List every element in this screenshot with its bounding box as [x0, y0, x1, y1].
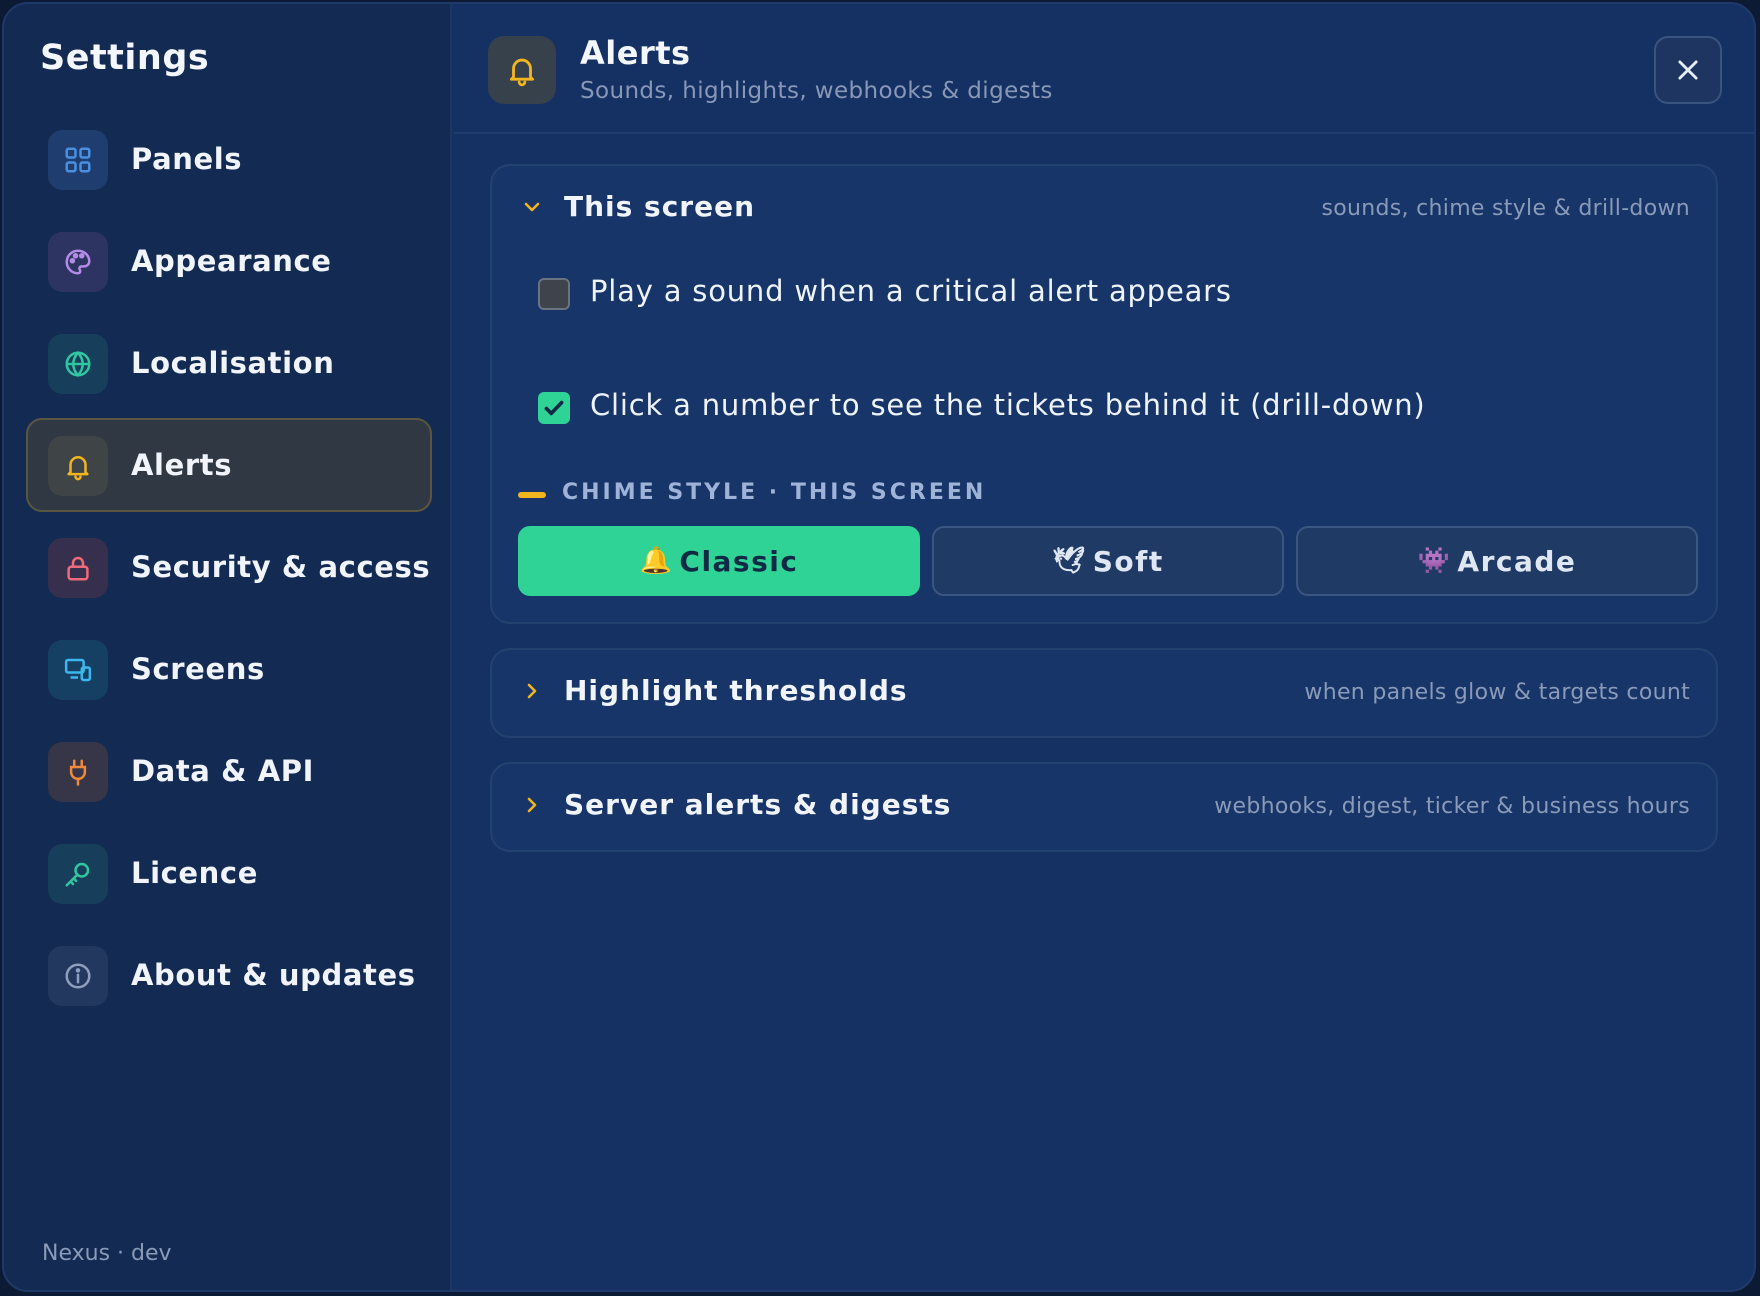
- chime-option-arcade[interactable]: 👾 Arcade: [1296, 526, 1698, 596]
- grid-icon: [48, 130, 108, 190]
- chime-option-label: Classic: [679, 544, 799, 578]
- sidebar-item-label: About & updates: [131, 958, 416, 992]
- chevron-right-icon: [527, 797, 537, 813]
- section-header-this-screen[interactable]: This screen sounds, chime style & drill-…: [492, 166, 1716, 246]
- chime-option-soft[interactable]: 🕊 Soft: [932, 526, 1284, 596]
- chime-style-label: CHIME STYLE · THIS SCREEN: [562, 480, 987, 505]
- chevron-right-icon: [527, 683, 537, 699]
- dove-emoji-icon: 🕊: [1052, 546, 1087, 576]
- settings-content: This screen sounds, chime style & drill-…: [490, 164, 1718, 876]
- sidebar-item-panels[interactable]: Panels: [26, 112, 432, 206]
- section-highlight-thresholds: Highlight thresholds when panels glow & …: [490, 648, 1718, 738]
- section-hint: webhooks, digest, ticker & business hour…: [1214, 794, 1690, 819]
- checkbox-label: Play a sound when a critical alert appea…: [590, 274, 1232, 308]
- chime-option-classic[interactable]: 🔔 Classic: [518, 526, 920, 596]
- info-icon: [48, 946, 108, 1006]
- section-title: This screen: [564, 190, 756, 223]
- page-subtitle: Sounds, highlights, webhooks & digests: [580, 78, 1053, 104]
- checkbox-label: Click a number to see the tickets behind…: [590, 388, 1426, 422]
- page-title: Alerts: [580, 34, 691, 72]
- sidebar-item-security[interactable]: Security & access: [26, 520, 432, 614]
- plug-icon: [48, 742, 108, 802]
- drill-down-checkbox[interactable]: [538, 392, 570, 424]
- critical-sound-checkbox[interactable]: [538, 278, 570, 310]
- sidebar-item-licence[interactable]: Licence: [26, 826, 432, 920]
- settings-window: Settings Panels Appearance Localisation: [2, 2, 1756, 1292]
- sidebar: Settings Panels Appearance Localisation: [4, 4, 452, 1290]
- checkmark-icon: [544, 400, 564, 416]
- bell-icon: [488, 36, 556, 104]
- sidebar-item-label: Security & access: [131, 550, 431, 584]
- main-panel: Alerts Sounds, highlights, webhooks & di…: [454, 4, 1754, 1290]
- sidebar-item-about[interactable]: About & updates: [26, 928, 432, 1022]
- section-title: Highlight thresholds: [564, 674, 908, 707]
- sidebar-nav: Panels Appearance Localisation Alerts Se…: [26, 112, 432, 1030]
- section-hint: sounds, chime style & drill-down: [1321, 196, 1690, 221]
- sidebar-item-alerts[interactable]: Alerts: [26, 418, 432, 512]
- app-version: Nexus · dev: [42, 1241, 172, 1266]
- section-hint: when panels glow & targets count: [1304, 680, 1690, 705]
- sidebar-item-label: Data & API: [131, 754, 315, 788]
- key-icon: [48, 844, 108, 904]
- sidebar-item-label: Screens: [131, 652, 265, 686]
- section-this-screen: This screen sounds, chime style & drill-…: [490, 164, 1718, 624]
- sidebar-item-label: Appearance: [131, 244, 332, 278]
- sidebar-item-label: Panels: [131, 142, 243, 176]
- section-title: Server alerts & digests: [564, 788, 952, 821]
- sidebar-item-label: Localisation: [131, 346, 335, 380]
- sidebar-item-label: Alerts: [131, 448, 233, 482]
- lock-icon: [48, 538, 108, 598]
- chime-option-label: Arcade: [1457, 544, 1577, 578]
- drill-down-option[interactable]: Click a number to see the tickets behind…: [492, 360, 1716, 474]
- close-button[interactable]: [1654, 36, 1722, 104]
- chime-style-heading: CHIME STYLE · THIS SCREEN: [492, 476, 1716, 526]
- bell-emoji-icon: 🔔: [639, 546, 674, 576]
- close-icon: [1678, 60, 1698, 80]
- chevron-down-icon: [524, 202, 540, 212]
- section-server-alerts: Server alerts & digests webhooks, digest…: [490, 762, 1718, 852]
- sidebar-title: Settings: [40, 38, 210, 78]
- panel-header: Alerts Sounds, highlights, webhooks & di…: [454, 4, 1754, 134]
- sidebar-item-label: Licence: [131, 856, 258, 890]
- critical-sound-option[interactable]: Play a sound when a critical alert appea…: [492, 246, 1716, 360]
- devices-icon: [48, 640, 108, 700]
- section-header-server-alerts[interactable]: Server alerts & digests webhooks, digest…: [492, 764, 1716, 850]
- chime-style-selector: 🔔 Classic 🕊 Soft 👾 Arcade: [492, 526, 1716, 622]
- chime-option-label: Soft: [1092, 544, 1164, 578]
- sidebar-item-appearance[interactable]: Appearance: [26, 214, 432, 308]
- sidebar-item-data-api[interactable]: Data & API: [26, 724, 432, 818]
- section-accent-bar: [518, 492, 546, 498]
- sidebar-item-screens[interactable]: Screens: [26, 622, 432, 716]
- palette-icon: [48, 232, 108, 292]
- globe-icon: [48, 334, 108, 394]
- sidebar-item-localisation[interactable]: Localisation: [26, 316, 432, 410]
- section-header-highlight-thresholds[interactable]: Highlight thresholds when panels glow & …: [492, 650, 1716, 736]
- bell-icon: [48, 436, 108, 496]
- alien-emoji-icon: 👾: [1417, 546, 1452, 576]
